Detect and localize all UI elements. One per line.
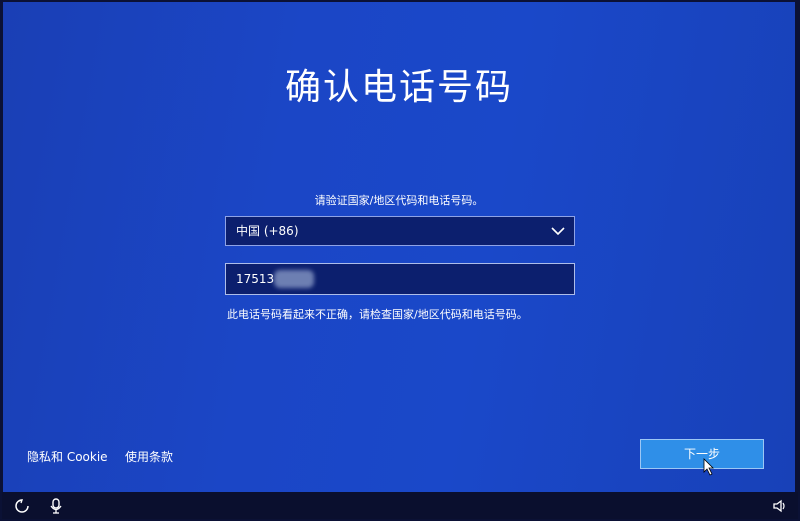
page-title: 确认电话号码 [284,67,513,108]
volume-icon[interactable] [772,498,788,514]
chevron-down-icon [551,227,565,236]
next-button[interactable]: 下一步 [640,439,764,469]
country-code-selected: 中国 (+86) [236,224,299,238]
country-code-dropdown[interactable]: 中国 (+86) [225,216,575,246]
instruction-text: 请验证国家/地区代码和电话号码。 [314,194,484,207]
phone-number-field[interactable]: 17513 [225,263,575,295]
microphone-icon[interactable] [48,498,64,514]
ease-of-access-icon[interactable] [14,498,30,514]
error-message: 此电话号码看起来不正确，请检查国家/地区代码和电话号码。 [227,308,528,321]
mouse-cursor-icon [703,458,714,476]
oobe-window: 确认电话号码 请验证国家/地区代码和电话号码。 中国 (+86) 17513 此… [0,0,800,521]
redacted-blur [274,270,314,288]
setup-screen: 确认电话号码 请验证国家/地区代码和电话号码。 中国 (+86) 17513 此… [3,2,795,492]
terms-of-use-link[interactable]: 使用条款 [125,448,173,465]
privacy-cookie-link[interactable]: 隐私和 Cookie [27,448,108,465]
taskbar [0,492,800,521]
phone-number-value: 17513 [236,272,275,286]
